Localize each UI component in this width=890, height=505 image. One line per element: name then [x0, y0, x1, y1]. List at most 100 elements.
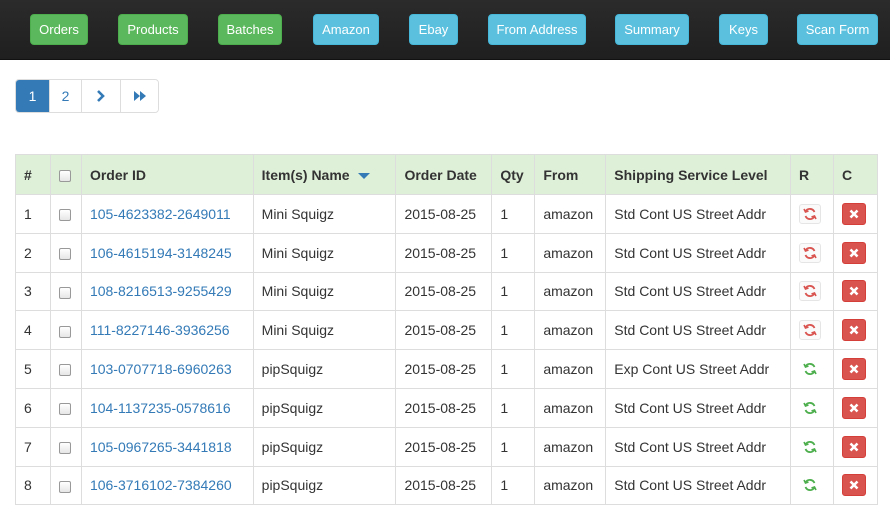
- delete-button[interactable]: [841, 241, 866, 264]
- row-num: 8: [15, 465, 51, 505]
- row-checkbox[interactable]: [58, 441, 71, 454]
- order-id-link[interactable]: 103-0707718-6960263: [90, 361, 232, 377]
- refresh-button[interactable]: [798, 203, 821, 224]
- table-row: 7 105-0967265-3441818 pipSquigz 2015-08-25 1…: [15, 426, 879, 467]
- row-num: 2: [15, 232, 51, 273]
- nav-ebay-button[interactable]: Ebay: [409, 14, 458, 45]
- row-checkbox[interactable]: [58, 403, 71, 416]
- refresh-button[interactable]: [798, 281, 821, 302]
- row-num: 6: [15, 387, 51, 428]
- col-qty-header[interactable]: Qty: [491, 154, 536, 195]
- select-all-checkbox[interactable]: [58, 169, 71, 182]
- col-order-id-header[interactable]: Order ID: [80, 154, 254, 195]
- order-id-link[interactable]: 108-8216513-9255429: [90, 283, 232, 299]
- row-checkbox[interactable]: [58, 247, 71, 260]
- shipping-cell: Exp Cont US Street Addr: [605, 349, 791, 389]
- delete-button[interactable]: [841, 319, 866, 342]
- order-date-cell: 2015-08-25: [395, 194, 493, 234]
- col-r-header: R: [789, 154, 834, 195]
- nav-from-address-button[interactable]: From Address: [488, 14, 586, 45]
- page-1-link[interactable]: 1: [16, 80, 49, 112]
- refresh-button[interactable]: [799, 475, 821, 495]
- order-date-cell: 2015-08-25: [395, 349, 493, 389]
- shipping-cell: Std Cont US Street Addr: [605, 310, 791, 351]
- shipping-cell: Std Cont US Street Addr: [605, 271, 791, 312]
- last-page-link[interactable]: [120, 80, 158, 112]
- nav-keys-button[interactable]: Keys: [719, 14, 768, 45]
- pagination: 1 2: [15, 79, 159, 113]
- delete-button[interactable]: [841, 435, 866, 458]
- row-checkbox[interactable]: [58, 209, 71, 222]
- row-checkbox[interactable]: [58, 480, 71, 493]
- row-select-cell: [49, 310, 82, 351]
- shipping-cell: Std Cont US Street Addr: [605, 426, 791, 467]
- order-id-link[interactable]: 105-0967265-3441818: [90, 439, 232, 455]
- refresh-icon: [803, 401, 817, 414]
- order-id-link[interactable]: 106-4615194-3148245: [90, 245, 232, 261]
- item-name-cell: pipSquigz: [252, 465, 397, 505]
- item-name-cell: Mini Squigz: [252, 271, 397, 312]
- c-cell: [832, 349, 879, 389]
- row-checkbox[interactable]: [58, 364, 71, 377]
- nav-orders-button[interactable]: Orders: [30, 14, 88, 45]
- shipping-cell: Std Cont US Street Addr: [605, 387, 791, 428]
- shipping-cell: Std Cont US Street Addr: [605, 232, 791, 273]
- order-id-link[interactable]: 111-8227146-3936256: [90, 322, 230, 338]
- order-date-cell: 2015-08-25: [395, 465, 493, 505]
- r-cell: [789, 426, 834, 467]
- next-page-link[interactable]: [81, 80, 120, 112]
- row-select-cell: [49, 465, 82, 505]
- nav-batches-button[interactable]: Batches: [218, 14, 282, 45]
- col-from-header[interactable]: From: [534, 154, 607, 195]
- refresh-button[interactable]: [798, 242, 821, 263]
- row-num: 5: [15, 349, 51, 389]
- delete-button[interactable]: [841, 202, 866, 225]
- close-icon: [849, 209, 859, 219]
- qty-cell: 1: [491, 194, 536, 234]
- qty-cell: 1: [491, 232, 536, 273]
- item-name-cell: pipSquigz: [252, 387, 397, 428]
- refresh-button[interactable]: [799, 398, 821, 418]
- order-id-link[interactable]: 105-4623382-2649011: [90, 206, 231, 222]
- nav-products-button[interactable]: Products: [118, 14, 188, 45]
- item-name-cell: Mini Squigz: [252, 232, 397, 273]
- col-c-header: C: [832, 154, 879, 195]
- from-cell: amazon: [534, 232, 607, 273]
- refresh-button[interactable]: [798, 320, 821, 341]
- nav-scan-form-button[interactable]: Scan Form: [797, 14, 878, 45]
- page-2-link[interactable]: 2: [49, 80, 81, 112]
- c-cell: [832, 271, 879, 312]
- delete-button[interactable]: [841, 280, 866, 303]
- delete-button[interactable]: [841, 396, 866, 419]
- refresh-icon: [803, 363, 817, 376]
- from-cell: amazon: [534, 465, 607, 505]
- nav-summary-button[interactable]: Summary: [615, 14, 689, 45]
- row-num: 7: [15, 426, 51, 467]
- order-date-cell: 2015-08-25: [395, 426, 493, 467]
- table-row: 1 105-4623382-2649011 Mini Squigz 2015-08-2…: [15, 194, 879, 234]
- refresh-button[interactable]: [799, 359, 821, 379]
- refresh-button[interactable]: [799, 437, 821, 457]
- order-id-cell: 106-4615194-3148245: [80, 232, 254, 273]
- nav-amazon-button[interactable]: Amazon: [313, 14, 379, 45]
- col-shipping-header[interactable]: Shipping Service Level: [605, 154, 791, 195]
- order-id-link[interactable]: 104-1137235-0578616: [90, 400, 231, 416]
- order-id-link[interactable]: 106-3716102-7384260: [90, 477, 232, 493]
- r-cell: [789, 232, 834, 273]
- item-name-header-label: Item(s) Name: [261, 166, 350, 183]
- delete-button[interactable]: [841, 358, 866, 381]
- c-cell: [832, 310, 879, 351]
- qty-cell: 1: [491, 349, 536, 389]
- col-order-date-header[interactable]: Order Date: [395, 154, 493, 195]
- col-item-name-header[interactable]: Item(s) Name: [252, 154, 397, 195]
- table-row: 3 108-8216513-9255429 Mini Squigz 2015-08-2…: [15, 271, 879, 312]
- qty-cell: 1: [491, 310, 536, 351]
- top-navbar: Orders Products Batches Amazon Ebay From…: [0, 0, 890, 60]
- sort-desc-icon: [357, 172, 370, 179]
- row-checkbox[interactable]: [58, 286, 71, 299]
- close-icon: [849, 287, 859, 296]
- qty-cell: 1: [491, 271, 536, 312]
- delete-button[interactable]: [841, 474, 866, 497]
- row-checkbox[interactable]: [58, 325, 71, 338]
- r-cell: [789, 310, 834, 351]
